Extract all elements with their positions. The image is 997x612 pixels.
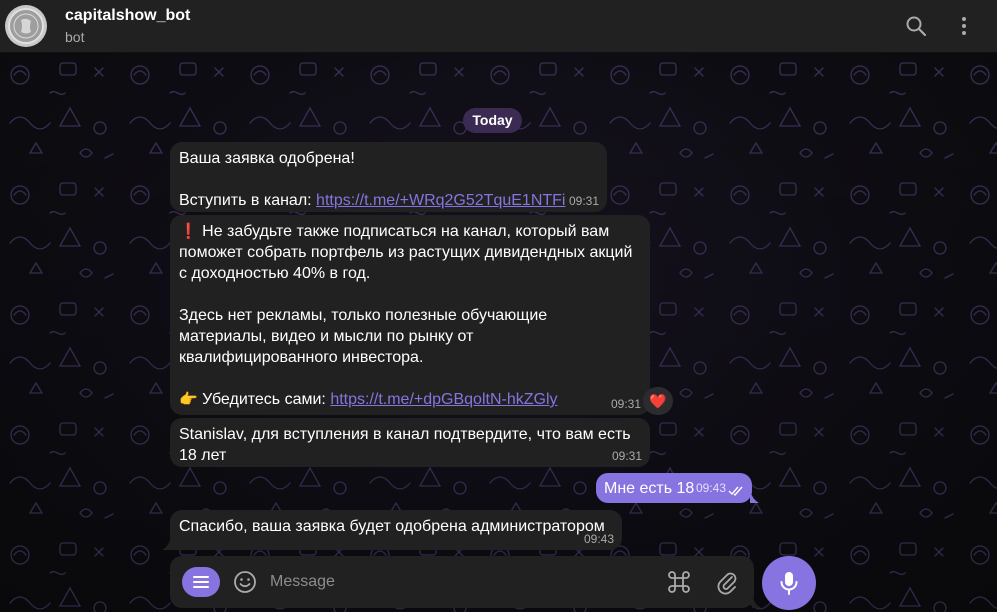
message-text: поможет собрать портфель из растущих див… — [179, 244, 633, 261]
voice-record-button[interactable] — [762, 556, 816, 610]
incoming-message[interactable]: Спасибо, ваша заявка будет одобрена адми… — [170, 510, 622, 550]
more-vertical-icon — [962, 17, 966, 35]
incoming-bubble-tail — [162, 538, 171, 550]
message-text-part: Не забудьте также подписаться на канал, … — [197, 223, 610, 240]
message-text: ❗ Не забудьте также подписаться на канал… — [179, 221, 641, 242]
heart-reaction[interactable]: ❤️ — [643, 387, 673, 415]
message-time: 09:31 — [611, 449, 642, 463]
incoming-message[interactable]: Ваша заявка одобрена! Вступить в канал: … — [170, 142, 607, 212]
exclamation-icon: ❗ — [179, 223, 198, 240]
outgoing-message[interactable]: Мне есть 18 09:43 — [596, 473, 752, 503]
message-text: с доходностью 40% в год. — [179, 265, 371, 282]
microphone-icon — [780, 572, 798, 595]
message-text: квалифицированного инвестора. — [179, 349, 424, 366]
message-text: материалы, видео и мысли по рынку от — [179, 328, 474, 345]
message-time: 09:31 — [568, 194, 599, 208]
double-check-icon — [728, 486, 743, 497]
outgoing-bubble-tail — [750, 491, 759, 503]
message-text-part: Убедитесь сами: — [197, 391, 331, 408]
bot-commands-button[interactable] — [666, 569, 692, 595]
search-icon — [906, 16, 927, 37]
pointing-hand-icon: 👉 — [179, 391, 198, 408]
message-text: 18 лет — [179, 447, 227, 464]
chat-title-area[interactable]: capitalshow_bot bot — [65, 7, 190, 45]
message-text: Спасибо, ваша заявка будет одобрена адми… — [179, 518, 605, 535]
message-text: Мне есть 18 — [604, 480, 695, 497]
paperclip-icon — [717, 572, 737, 595]
chat-header: capitalshow_bot bot — [0, 0, 997, 53]
composer-tail — [752, 596, 761, 608]
message-input[interactable] — [270, 568, 650, 596]
message-text: Здесь нет рекламы, только полезные обуча… — [179, 307, 548, 324]
message-text-part: Вступить в канал: — [179, 192, 317, 209]
coin-avatar[interactable] — [5, 5, 47, 47]
emoji-icon — [234, 571, 256, 593]
channel-link[interactable]: https://t.me/+dpGBqoltN-hkZGly — [330, 391, 557, 408]
bot-menu-button[interactable] — [182, 567, 220, 597]
menu-icon — [193, 576, 209, 588]
message-text: Ваша заявка одобрена! — [179, 150, 355, 167]
message-composer — [170, 556, 754, 608]
date-separator: Today — [463, 108, 522, 133]
chat-title: capitalshow_bot — [65, 7, 191, 24]
message-text: Вступить в канал: https://t.me/+WRq2G52T… — [179, 190, 598, 211]
message-time: 09:43 — [583, 532, 614, 546]
incoming-message[interactable]: ❗ Не забудьте также подписаться на канал… — [170, 215, 650, 415]
message-text: 👉 Убедитесь сами: https://t.me/+dpGBqolt… — [179, 389, 641, 410]
heart-icon: ❤️ — [649, 392, 667, 409]
chat-subtitle: bot — [65, 29, 85, 45]
more-button[interactable] — [948, 10, 980, 42]
attach-button[interactable] — [714, 569, 740, 595]
message-text: Stanislav, для вступления в канал подтве… — [179, 426, 631, 443]
search-button[interactable] — [900, 10, 932, 42]
emoji-button[interactable] — [232, 569, 258, 595]
incoming-message[interactable]: Stanislav, для вступления в канал подтве… — [170, 418, 650, 467]
command-icon — [668, 571, 690, 593]
message-time: 09:43 — [695, 481, 726, 495]
message-time: 09:31 — [610, 397, 641, 411]
channel-link[interactable]: https://t.me/+WRq2G52TquE1NTFi — [316, 192, 565, 209]
